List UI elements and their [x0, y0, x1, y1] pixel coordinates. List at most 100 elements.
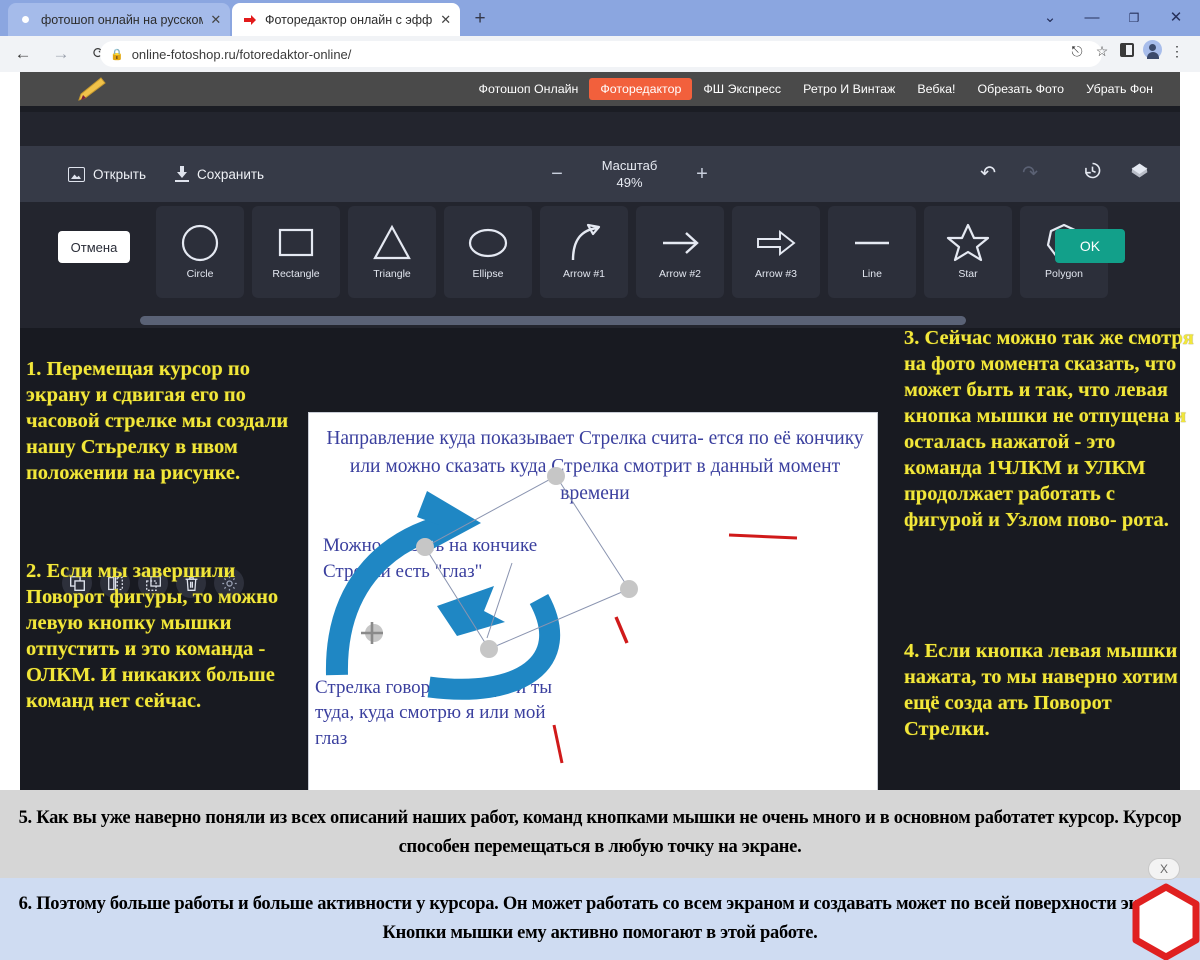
ok-button[interactable]: OK	[1055, 229, 1125, 263]
browser-tab-inactive[interactable]: фотошоп онлайн на русском - Г ✕	[8, 3, 230, 36]
shape-tile-circle[interactable]: Circle	[156, 206, 244, 298]
browser-tab-active[interactable]: Фоторедактор онлайн с эффект ✕	[232, 3, 460, 36]
shape-tile-arrow2[interactable]: Arrow #2	[636, 206, 724, 298]
bottom-text-band-1: 5. Как вы уже наверно поняли из всех опи…	[0, 790, 1200, 878]
triangle-icon	[370, 220, 414, 266]
maximize-icon[interactable]: ❐	[1120, 6, 1148, 30]
lock-icon: 🔒	[110, 48, 124, 61]
zoom-in-button[interactable]: +	[692, 164, 712, 184]
zoom-title: Масштаб	[601, 158, 658, 173]
shape-label: Ellipse	[472, 268, 504, 280]
scrollbar-thumb[interactable]	[140, 316, 966, 325]
side-panel-icon[interactable]	[1118, 42, 1136, 60]
sitenav-item-2[interactable]: ФШ Экспресс	[692, 78, 792, 100]
line-icon	[850, 220, 894, 266]
circle-icon	[178, 220, 222, 266]
outline-arrow-icon	[754, 220, 798, 266]
close-overlay-button[interactable]: X	[1148, 858, 1180, 880]
editor-workarea: Направление куда показывает Стрелка счит…	[20, 327, 1194, 831]
undo-icon[interactable]: ↶	[980, 162, 996, 185]
address-bar[interactable]: 🔒 online-fotoshop.ru/fotoredaktor-online…	[100, 41, 1102, 67]
shape-label: Line	[862, 268, 882, 280]
star-icon	[946, 220, 990, 266]
shape-tile-rectangle[interactable]: Rectangle	[252, 206, 340, 298]
zoom-out-button[interactable]: −	[547, 164, 567, 184]
save-label: Сохранить	[197, 166, 265, 182]
editor-actions: ↶ ↷	[980, 160, 1150, 187]
redo-icon[interactable]: ↷	[1022, 162, 1038, 185]
annotation-note-4: 4. Если кнопка левая мышки нажата, то мы…	[904, 640, 1178, 741]
paintbrush-icon[interactable]	[70, 76, 108, 102]
forward-icon[interactable]: →	[46, 39, 76, 69]
close-icon[interactable]: ✕	[210, 12, 222, 28]
selection-handles	[416, 467, 638, 658]
google-icon	[18, 12, 34, 28]
rectangle-icon	[274, 220, 318, 266]
shape-tile-star[interactable]: Star	[924, 206, 1012, 298]
layers-icon[interactable]	[1129, 160, 1150, 187]
sitenav-item-5[interactable]: Обрезать Фото	[966, 78, 1075, 100]
annotation-note-1: 1. Перемещая курсор по экрану и сдвигая …	[26, 358, 289, 485]
site-navbar: Фотошоп Онлайн Фоторедактор ФШ Экспресс …	[20, 72, 1180, 106]
shape-tile-arrow3[interactable]: Arrow #3	[732, 206, 820, 298]
tab-title: фотошоп онлайн на русском - Г	[41, 12, 203, 27]
shape-tile-triangle[interactable]: Triangle	[348, 206, 436, 298]
page-margin-left	[0, 72, 20, 790]
browser-tabstrip: фотошоп онлайн на русском - Г ✕ Фотореда…	[0, 0, 1200, 36]
chevron-down-icon[interactable]: ⌄	[1036, 6, 1064, 30]
image-canvas[interactable]: Направление куда показывает Стрелка счит…	[308, 412, 878, 831]
bottom-text-band-2: 6. Поэтому больше работы и больше активн…	[0, 878, 1200, 960]
sitenav-item-4[interactable]: Вебка!	[906, 78, 966, 100]
zoom-control: − Масштаб 49% +	[547, 153, 712, 195]
zoom-readout: Масштаб 49%	[602, 157, 658, 191]
red-hexagon-shape[interactable]	[1131, 883, 1200, 960]
shape-label: Polygon	[1045, 268, 1083, 280]
shape-label: Arrow #1	[562, 268, 605, 280]
site-nav-links: Фотошоп Онлайн Фоторедактор ФШ Экспресс …	[468, 72, 1164, 106]
close-icon[interactable]: ✕	[439, 12, 452, 28]
browser-toolbar-icons: ⎋ ☆ ⋮	[1068, 40, 1186, 62]
straight-arrow-icon	[658, 220, 702, 266]
ellipse-icon	[466, 220, 510, 266]
back-icon[interactable]: ←	[8, 39, 38, 69]
curved-arrow-icon	[562, 220, 606, 266]
download-icon	[175, 166, 189, 182]
history-icon[interactable]	[1082, 160, 1103, 187]
page-content: Фотошоп Онлайн Фоторедактор ФШ Экспресс …	[0, 72, 1200, 960]
close-window-icon[interactable]: ✕	[1162, 6, 1190, 30]
open-label: Открыть	[93, 166, 147, 182]
open-button[interactable]: Открыть	[68, 166, 147, 182]
sitenav-item-6[interactable]: Убрать Фон	[1075, 78, 1164, 100]
bookmark-star-icon[interactable]: ☆	[1093, 43, 1111, 60]
shape-label: Rectangle	[272, 268, 320, 280]
annotation-note-6: 6. Поэтому больше работы и больше активн…	[18, 894, 1182, 943]
editor-toolbar: Открыть Сохранить − Масштаб 49% + ↶ ↷	[20, 146, 1180, 202]
profile-avatar[interactable]	[1143, 40, 1162, 62]
sitenav-item-0[interactable]: Фотошоп Онлайн	[468, 78, 590, 100]
shape-tiles: Circle Rectangle Triangle Ellipse Arrow …	[156, 206, 1108, 298]
cancel-button[interactable]: Отмена	[58, 231, 130, 263]
zoom-value: 49%	[616, 175, 643, 190]
open-image-icon	[68, 166, 85, 182]
new-tab-button[interactable]: +	[468, 8, 492, 32]
shape-label: Star	[958, 268, 978, 280]
annotation-note-5: 5. Как вы уже наверно поняли из всех опи…	[18, 808, 1182, 857]
editor-top-strip	[20, 106, 1180, 112]
shape-tile-arrow1[interactable]: Arrow #1	[540, 206, 628, 298]
save-button[interactable]: Сохранить	[175, 166, 264, 182]
share-icon[interactable]: ⎋	[1068, 43, 1086, 60]
shape-label: Arrow #2	[658, 268, 701, 280]
sitenav-item-3[interactable]: Ретро И Винтаж	[792, 78, 906, 100]
shape-tile-ellipse[interactable]: Ellipse	[444, 206, 532, 298]
shape-tile-line[interactable]: Line	[828, 206, 916, 298]
shape-label: Circle	[186, 268, 214, 280]
minimize-icon[interactable]: —	[1078, 6, 1106, 30]
annotation-note-3: 3. Сейчас можно так же смотря на фото мо…	[904, 327, 1194, 532]
rotation-handle	[361, 622, 383, 644]
screen-root: фотошоп онлайн на русском - Г ✕ Фотореда…	[0, 0, 1200, 960]
canvas-graphics	[325, 467, 798, 764]
chrome-menu-icon[interactable]: ⋮	[1168, 43, 1186, 60]
annotation-note-2: 2. Если мы завершили Поворот фигуры, то …	[26, 560, 279, 713]
sitenav-item-1[interactable]: Фоторедактор	[589, 78, 693, 100]
blue-arrow-left	[427, 586, 561, 700]
